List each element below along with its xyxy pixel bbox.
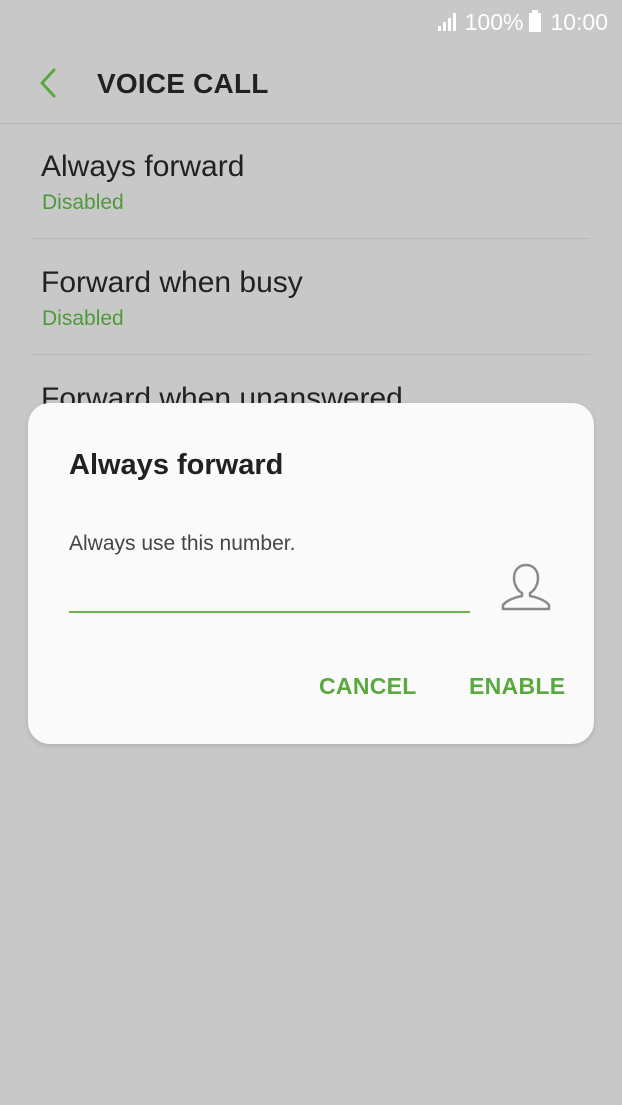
battery-icon (529, 9, 542, 32)
back-button[interactable] (32, 66, 64, 100)
clock: 10:00 (550, 8, 608, 35)
page-title: VOICE CALL (97, 68, 269, 99)
dialog-title: Always forward (69, 449, 284, 481)
list-item-title: Always forward (41, 150, 245, 183)
enable-button[interactable]: ENABLE (469, 673, 565, 700)
list-item-always-forward[interactable]: Always forward Disabled (31, 124, 590, 239)
signal-icon (437, 13, 456, 31)
list-item-status: Disabled (42, 191, 124, 214)
list-item-status: Disabled (42, 307, 124, 330)
contact-person-icon (501, 563, 551, 611)
list-item-title: Forward when unanswered (41, 382, 403, 404)
list-item-forward-when-busy[interactable]: Forward when busy Disabled (31, 240, 590, 355)
status-bar: 100% 10:00 (0, 0, 622, 44)
phone-number-input[interactable] (69, 571, 470, 613)
dialog-message: Always use this number. (69, 532, 296, 555)
app-bar: VOICE CALL (0, 44, 622, 124)
always-forward-dialog: Always forward Always use this number. C… (28, 403, 594, 744)
cancel-button[interactable]: CANCEL (319, 673, 417, 700)
list-item-forward-when-unanswered[interactable]: Forward when unanswered (31, 356, 590, 404)
battery-percent: 100% (464, 8, 524, 35)
chevron-left-icon (40, 68, 56, 98)
contact-picker-button[interactable] (496, 557, 556, 617)
list-item-title: Forward when busy (41, 266, 303, 299)
